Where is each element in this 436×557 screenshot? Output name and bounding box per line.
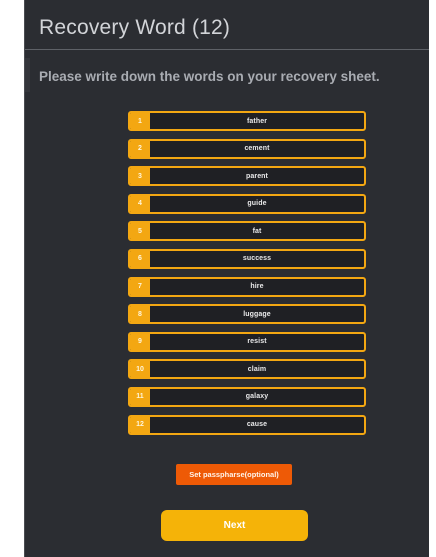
word-number: 6 bbox=[130, 250, 150, 267]
word-number: 12 bbox=[130, 416, 150, 433]
side-notch bbox=[25, 58, 30, 92]
word-row-3: 3 parent bbox=[128, 166, 366, 187]
word-number: 11 bbox=[130, 388, 150, 405]
word-text: parent bbox=[246, 172, 268, 180]
word-text: hire bbox=[250, 283, 264, 291]
word-number: 5 bbox=[130, 223, 150, 240]
word-text: fat bbox=[252, 227, 262, 235]
header-divider bbox=[25, 49, 429, 50]
word-text: galaxy bbox=[245, 393, 269, 401]
word-row-1: 1 father bbox=[128, 111, 366, 131]
word-text: resist bbox=[247, 338, 267, 346]
word-text: success bbox=[242, 255, 272, 263]
word-number: 8 bbox=[130, 306, 150, 323]
word-number: 2 bbox=[130, 140, 150, 157]
word-number: 7 bbox=[130, 278, 150, 295]
word-number: 4 bbox=[130, 195, 150, 212]
word-row-2: 2 cement bbox=[128, 138, 366, 159]
word-row-8: 8 luggage bbox=[128, 304, 366, 325]
word-number: 10 bbox=[130, 361, 150, 378]
word-number: 3 bbox=[130, 168, 150, 185]
word-text: cause bbox=[246, 421, 268, 429]
recovery-word-list: 1 father 2 cement 3 parent 4 guide 5 fat… bbox=[128, 111, 366, 442]
word-row-7: 7 hire bbox=[128, 276, 366, 297]
set-passphrase-button[interactable]: Set passpharse(optional) bbox=[176, 464, 292, 485]
word-number: 9 bbox=[130, 333, 150, 350]
word-text: claim bbox=[247, 365, 267, 373]
word-text: luggage bbox=[243, 310, 271, 318]
word-row-6: 6 success bbox=[128, 248, 366, 269]
instructions-text: Please write down the words on your reco… bbox=[39, 69, 380, 84]
word-number: 1 bbox=[130, 113, 150, 129]
word-text: guide bbox=[247, 200, 267, 208]
word-text: father bbox=[246, 117, 268, 125]
word-row-12: 12 cause bbox=[128, 414, 366, 435]
word-row-11: 11 galaxy bbox=[128, 386, 366, 407]
word-row-10: 10 claim bbox=[128, 359, 366, 380]
word-row-5: 5 fat bbox=[128, 221, 366, 242]
word-row-9: 9 resist bbox=[128, 331, 366, 352]
recovery-word-panel: Recovery Word (12) Please write down the… bbox=[24, 0, 429, 557]
word-row-4: 4 guide bbox=[128, 193, 366, 214]
next-button[interactable]: Next bbox=[161, 510, 308, 541]
page-title: Recovery Word (12) bbox=[39, 16, 231, 39]
word-text: cement bbox=[244, 145, 270, 153]
